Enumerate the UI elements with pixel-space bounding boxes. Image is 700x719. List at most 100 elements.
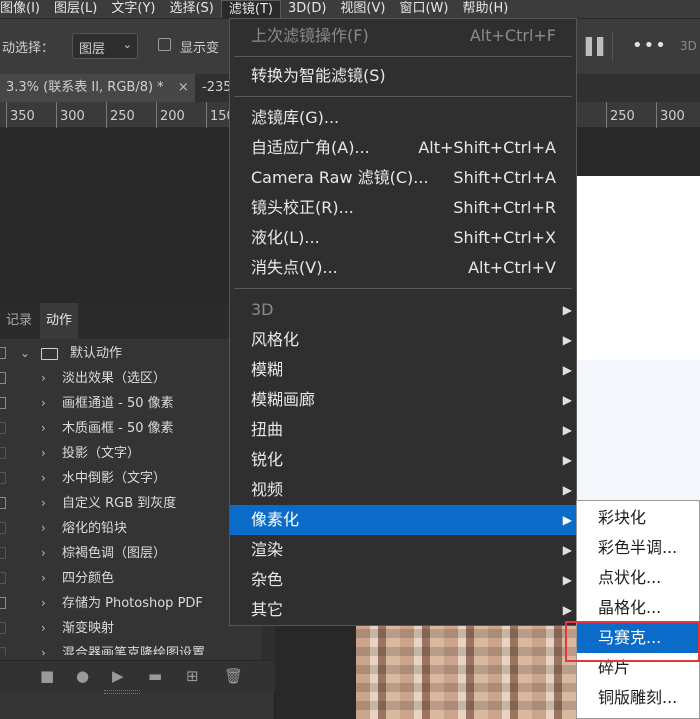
chevron-right-icon[interactable]: › xyxy=(41,416,46,441)
more-options-icon[interactable]: ••• xyxy=(632,35,667,56)
menu-layer[interactable]: 图层(L) xyxy=(47,0,104,18)
panel-resize-grip[interactable] xyxy=(104,690,140,694)
chevron-right-icon[interactable]: › xyxy=(41,441,46,466)
menu-window[interactable]: 窗口(W) xyxy=(392,0,455,18)
submenu-item-crystallize[interactable]: 晶格化... xyxy=(577,593,699,623)
menu-bar: 图像(I) 图层(L) 文字(Y) 选择(S) 滤镜(T) 3D(D) 视图(V… xyxy=(0,0,700,18)
toggle-checkbox[interactable] xyxy=(0,447,6,459)
menu-view[interactable]: 视图(V) xyxy=(333,0,392,18)
action-row[interactable]: › 棕褐色调（图层） xyxy=(0,541,262,566)
toggle-checkbox[interactable] xyxy=(0,497,6,509)
trash-icon[interactable]: 🗑 xyxy=(224,667,243,685)
chevron-right-icon[interactable]: › xyxy=(41,541,46,566)
play-icon[interactable]: ▶ xyxy=(112,667,124,685)
menu-item-filter-gallery[interactable]: 滤镜库(G)... xyxy=(230,103,576,133)
menu-3d[interactable]: 3D(D) xyxy=(281,0,333,18)
menu-item-label: 消失点(V)... xyxy=(251,258,338,277)
menu-filter[interactable]: 滤镜(T) xyxy=(220,0,281,18)
menu-item-video[interactable]: 视频 ▶ xyxy=(230,475,576,505)
menu-item-camera-raw[interactable]: Camera Raw 滤镜(C)... Shift+Ctrl+A xyxy=(230,163,576,193)
show-transform-checkbox[interactable] xyxy=(158,38,171,51)
chevron-right-icon[interactable]: › xyxy=(41,566,46,591)
action-name: 熔化的铅块 xyxy=(62,521,128,536)
menu-item-lens-correction[interactable]: 镜头校正(R)... Shift+Ctrl+R xyxy=(230,193,576,223)
action-row[interactable]: › 渐变映射 xyxy=(0,616,262,641)
menu-item-label: 转换为智能滤镜(S) xyxy=(251,66,386,85)
action-row[interactable]: › 存储为 Photoshop PDF xyxy=(0,591,262,616)
menu-item-stylize[interactable]: 风格化 ▶ xyxy=(230,325,576,355)
menu-item-render[interactable]: 渲染 ▶ xyxy=(230,535,576,565)
menu-item-label: 模糊 xyxy=(251,360,284,379)
chevron-right-icon[interactable]: › xyxy=(41,516,46,541)
toggle-checkbox[interactable] xyxy=(0,622,6,634)
action-row[interactable]: › 投影（文字） xyxy=(0,441,262,466)
toggle-checkbox[interactable] xyxy=(0,372,6,384)
action-row[interactable]: › 水中倒影（文字） xyxy=(0,466,262,491)
ruler-label: 250 xyxy=(610,109,635,124)
document-tab-label: 3.3% (联系表 II, RGB/8) * xyxy=(6,80,164,95)
toggle-checkbox[interactable] xyxy=(0,522,6,534)
new-action-icon[interactable]: ⊞ xyxy=(186,667,199,685)
chevron-right-icon[interactable]: › xyxy=(41,491,46,516)
tab-actions[interactable]: 动作 xyxy=(40,303,79,339)
menu-separator xyxy=(234,288,572,289)
close-icon[interactable]: × xyxy=(178,80,189,95)
menu-item-blur-gallery[interactable]: 模糊画廊 ▶ xyxy=(230,385,576,415)
tab-history[interactable]: 记录 xyxy=(0,303,38,339)
menu-type[interactable]: 文字(Y) xyxy=(104,0,162,18)
chevron-right-icon[interactable]: › xyxy=(41,641,46,655)
menu-item-blur[interactable]: 模糊 ▶ xyxy=(230,355,576,385)
action-row[interactable]: › 自定义 RGB 到灰度 xyxy=(0,491,262,516)
3d-mode-label[interactable]: 3D xyxy=(680,39,697,53)
menu-item-adaptive-wide-angle[interactable]: 自适应广角(A)... Alt+Shift+Ctrl+A xyxy=(230,133,576,163)
toggle-checkbox[interactable] xyxy=(0,422,6,434)
submenu-item-color-halftone[interactable]: 彩色半调... xyxy=(577,533,699,563)
menu-image[interactable]: 图像(I) xyxy=(0,0,47,18)
toggle-checkbox[interactable] xyxy=(0,597,6,609)
menu-item-label: 3D xyxy=(251,300,274,319)
menu-help[interactable]: 帮助(H) xyxy=(455,0,515,18)
menu-item-pixelate[interactable]: 像素化 ▶ xyxy=(230,505,576,535)
auto-select-dropdown[interactable]: 图层 ⌄ xyxy=(72,33,138,59)
distribute-icon[interactable]: ▌▌ xyxy=(586,37,610,56)
chevron-right-icon[interactable]: › xyxy=(41,366,46,391)
toggle-checkbox[interactable] xyxy=(0,472,6,484)
toggle-checkbox[interactable] xyxy=(0,572,6,584)
submenu-item-facet[interactable]: 彩块化 xyxy=(577,503,699,533)
document-tab-active[interactable]: 3.3% (联系表 II, RGB/8) * × xyxy=(0,74,195,102)
chevron-right-icon[interactable]: › xyxy=(41,591,46,616)
chevron-right-icon[interactable]: › xyxy=(41,391,46,416)
menu-item-shortcut: Alt+Ctrl+F xyxy=(469,26,556,45)
chevron-right-icon[interactable]: › xyxy=(41,616,46,641)
toggle-checkbox[interactable] xyxy=(0,547,6,559)
chevron-down-icon[interactable]: ⌄ xyxy=(20,341,30,366)
record-icon[interactable]: ● xyxy=(76,667,89,685)
action-row[interactable]: › 淡出效果（选区） xyxy=(0,366,262,391)
action-row[interactable]: › 木质画框 - 50 像素 xyxy=(0,416,262,441)
action-set-row[interactable]: ⌄ 默认动作 xyxy=(0,341,262,366)
chevron-right-icon[interactable]: › xyxy=(41,466,46,491)
toggle-checkbox[interactable] xyxy=(0,647,6,655)
menu-item-liquify[interactable]: 液化(L)... Shift+Ctrl+X xyxy=(230,223,576,253)
menu-item-convert-smart-filter[interactable]: 转换为智能滤镜(S) xyxy=(230,61,576,91)
action-row[interactable]: › 混合器画笔克隆绘图设置 xyxy=(0,641,262,655)
submenu-item-pointillize[interactable]: 点状化... xyxy=(577,563,699,593)
action-name: 自定义 RGB 到灰度 xyxy=(62,496,177,511)
action-row[interactable]: › 四分颜色 xyxy=(0,566,262,591)
new-set-folder-icon[interactable]: ▬ xyxy=(148,667,162,685)
menu-item-distort[interactable]: 扭曲 ▶ xyxy=(230,415,576,445)
action-name: 四分颜色 xyxy=(62,571,115,586)
toggle-checkbox[interactable] xyxy=(0,347,6,359)
action-row[interactable]: › 画框通道 - 50 像素 xyxy=(0,391,262,416)
stop-icon[interactable]: ■ xyxy=(40,667,54,685)
menu-select[interactable]: 选择(S) xyxy=(162,0,220,18)
toggle-checkbox[interactable] xyxy=(0,397,6,409)
menu-item-other[interactable]: 其它 ▶ xyxy=(230,595,576,625)
document-tab-label: -235 xyxy=(202,80,232,95)
action-row[interactable]: › 熔化的铅块 xyxy=(0,516,262,541)
menu-item-vanishing-point[interactable]: 消失点(V)... Alt+Ctrl+V xyxy=(230,253,576,283)
submenu-arrow-icon: ▶ xyxy=(562,573,572,587)
submenu-item-mezzotint[interactable]: 铜版雕刻... xyxy=(577,683,699,713)
menu-item-noise[interactable]: 杂色 ▶ xyxy=(230,565,576,595)
menu-item-sharpen[interactable]: 锐化 ▶ xyxy=(230,445,576,475)
